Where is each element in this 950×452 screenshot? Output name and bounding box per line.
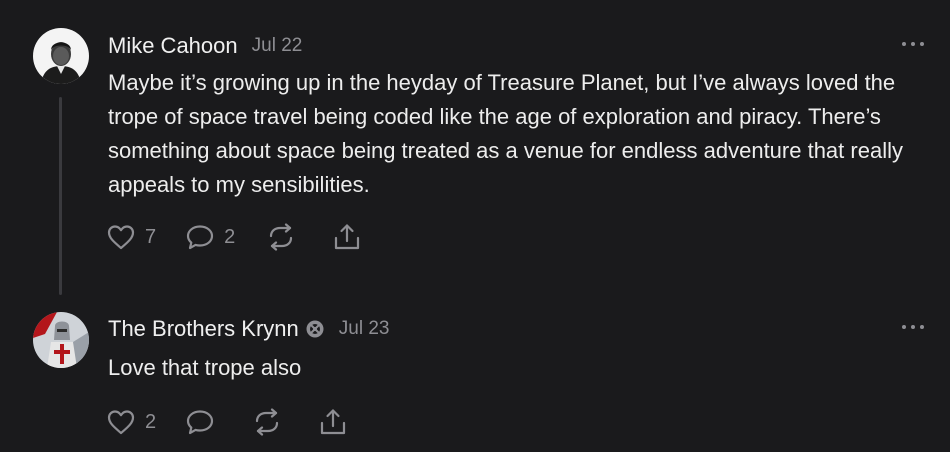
avatar[interactable] bbox=[33, 312, 89, 368]
comment-actions: 2 bbox=[106, 407, 348, 437]
author-name[interactable]: The Brothers Krynn bbox=[108, 316, 299, 342]
comment: The Brothers Krynn Jul 23 Love that trop… bbox=[0, 0, 950, 452]
reply-button[interactable] bbox=[185, 408, 215, 436]
like-button[interactable]: 2 bbox=[106, 408, 156, 436]
share-button[interactable] bbox=[318, 408, 348, 436]
heart-icon bbox=[107, 410, 135, 435]
more-icon bbox=[902, 325, 906, 329]
restack-icon bbox=[256, 408, 279, 436]
comment-text: Love that trope also bbox=[108, 355, 302, 380]
like-count: 2 bbox=[145, 410, 157, 433]
verified-badge-icon bbox=[306, 320, 324, 338]
more-options-button[interactable] bbox=[902, 322, 924, 332]
comment-header: The Brothers Krynn Jul 23 bbox=[108, 315, 389, 343]
comment-icon bbox=[187, 410, 214, 435]
comment-thread: Mike Cahoon Jul 22 Maybe it’s growing up… bbox=[0, 0, 950, 452]
share-icon bbox=[321, 409, 346, 435]
restack-button[interactable] bbox=[252, 408, 282, 436]
avatar-photo bbox=[33, 312, 89, 368]
comment-date[interactable]: Jul 23 bbox=[339, 318, 390, 340]
